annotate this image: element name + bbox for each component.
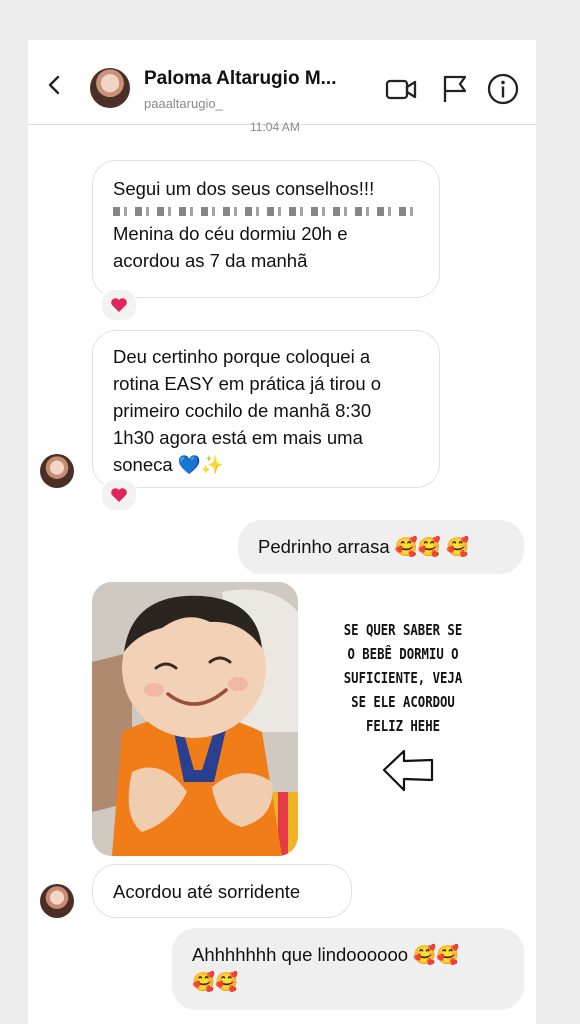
left-arrow-icon <box>382 749 434 792</box>
overlay-line: FELIZ HEHE <box>365 717 441 735</box>
message-text: acordou as 7 da manhã <box>113 250 308 271</box>
message-timestamp: 11:04 AM <box>250 120 300 134</box>
flag-icon[interactable] <box>438 72 472 106</box>
message-text: Pedrinho arrasa 🥰🥰 🥰 <box>258 536 470 557</box>
message-bubble[interactable]: Deu certinho porque coloquei a rotina EA… <box>92 330 440 488</box>
message-text: 🥰🥰 <box>192 971 239 992</box>
message-bubble[interactable]: Segui um dos seus conselhos!!! Menina do… <box>92 160 440 298</box>
contact-avatar[interactable] <box>90 68 130 108</box>
obscured-text <box>113 207 413 216</box>
message-text: Segui um dos seus conselhos!!! <box>113 178 375 199</box>
message-bubble[interactable]: Ahhhhhhh que lindoooooo 🥰🥰 🥰🥰 <box>172 928 524 1010</box>
photo-message[interactable] <box>92 582 298 856</box>
baby-photo <box>92 582 298 856</box>
overlay-line: SE ELE ACORDOU <box>351 693 455 711</box>
message-text: Ahhhhhhh que lindoooooo 🥰🥰 <box>192 944 460 965</box>
heart-icon <box>111 488 127 502</box>
info-icon[interactable] <box>486 72 520 106</box>
chat-header: Paloma Altarugio M... paaaltarugio_ <box>28 40 536 125</box>
heart-reaction[interactable] <box>100 478 138 512</box>
contact-name[interactable]: Paloma Altarugio M... <box>144 68 337 90</box>
message-bubble[interactable]: Pedrinho arrasa 🥰🥰 🥰 <box>238 520 524 574</box>
chat-screen: Paloma Altarugio M... paaaltarugio_ 11:0… <box>28 40 536 1024</box>
overlay-line: SUFICIENTE, VEJA <box>343 669 463 687</box>
message-text: primeiro cochilo de manhã 8:30 <box>113 400 372 421</box>
video-call-icon[interactable] <box>384 72 418 106</box>
message-text: Acordou até sorridente <box>113 881 301 902</box>
sender-avatar[interactable] <box>40 454 74 488</box>
overlay-line: O BEBÊ DORMIU O <box>347 645 459 663</box>
heart-reaction[interactable] <box>100 288 138 322</box>
message-text: rotina EASY em prática já tirou o <box>113 373 382 394</box>
heart-icon <box>111 298 127 312</box>
message-text: Menina do céu dormiu 20h e <box>113 223 348 244</box>
message-text: soneca 💙✨ <box>113 454 224 475</box>
message-text: Deu certinho porque coloquei a <box>113 346 371 367</box>
story-overlay-caption: SE QUER SABER SE O BEBÊ DORMIU O SUFICIE… <box>342 618 465 738</box>
overlay-line: SE QUER SABER SE <box>343 621 463 639</box>
back-icon[interactable] <box>44 74 66 96</box>
sender-avatar[interactable] <box>40 884 74 918</box>
contact-handle[interactable]: paaaltarugio_ <box>144 96 223 111</box>
message-bubble[interactable]: Acordou até sorridente <box>92 864 352 918</box>
message-text: 1h30 agora está em mais uma <box>113 427 363 448</box>
